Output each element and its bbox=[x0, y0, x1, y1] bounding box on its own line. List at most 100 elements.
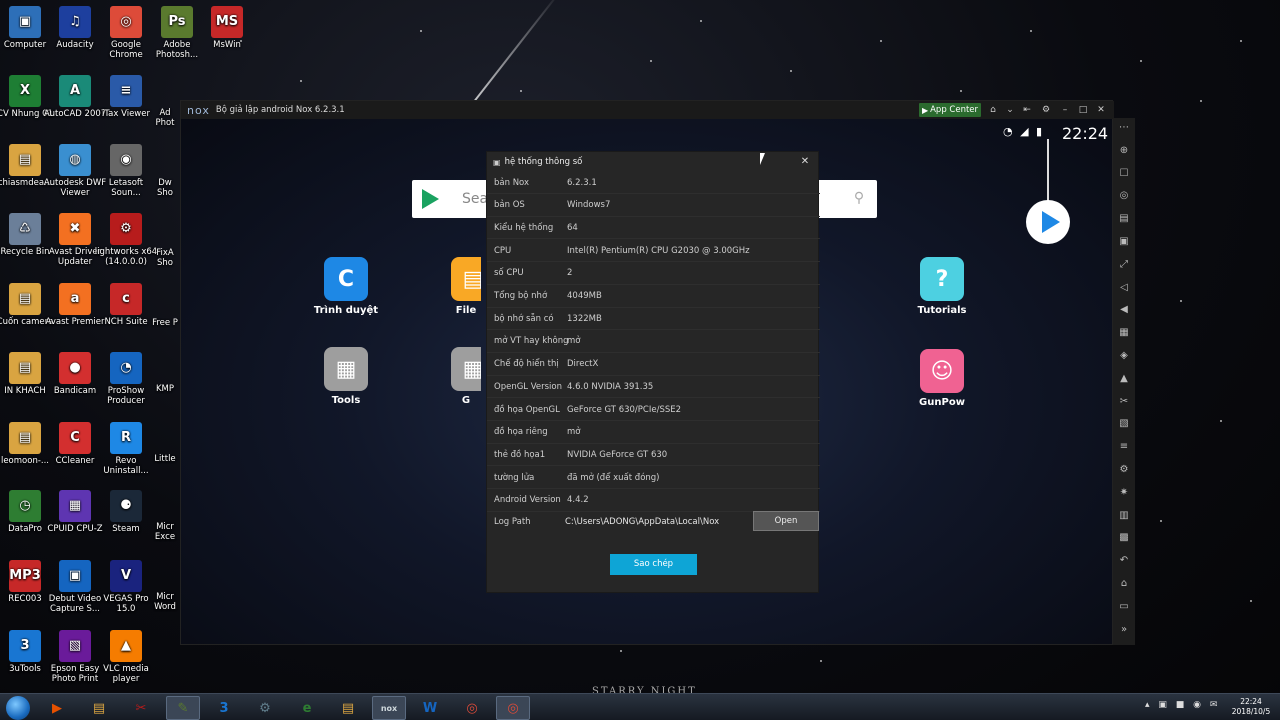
info-key: Chế độ hiển thị bbox=[494, 359, 559, 370]
taskbar-item[interactable]: ◎ bbox=[496, 696, 530, 720]
home-app[interactable]: ▦ Tools bbox=[311, 347, 381, 406]
toolbar-icon[interactable]: ▧ bbox=[1116, 416, 1132, 432]
toolbar-icon[interactable]: ⋯ bbox=[1116, 120, 1132, 136]
info-key: bản Nox bbox=[494, 177, 530, 188]
desktop-icon[interactable]: ▲ VLC media player bbox=[93, 630, 159, 684]
taskbar-item[interactable]: e bbox=[290, 696, 324, 720]
system-tray[interactable]: ▴ ▣ ■ ◉ ✉ bbox=[1145, 700, 1225, 714]
desktop-icon-partial[interactable]: Ad Phot bbox=[150, 108, 180, 128]
desktop-icon-partial[interactable]: KMP bbox=[150, 384, 180, 394]
home-app[interactable]: C Trình duyệt bbox=[311, 257, 381, 316]
app-icon: ▲ bbox=[110, 630, 142, 662]
taskbar-item[interactable]: ✎ bbox=[166, 696, 200, 720]
play-icon bbox=[1041, 211, 1060, 233]
home-icon[interactable]: ⌂ bbox=[987, 103, 999, 117]
mouse-cursor bbox=[760, 153, 765, 165]
taskbar-item[interactable]: W bbox=[413, 696, 447, 720]
dialog-titlebar[interactable]: ▣ hệ thống thông số bbox=[487, 152, 820, 172]
app-icon: ◔ bbox=[110, 352, 142, 384]
toolbar-icon[interactable]: ✂ bbox=[1116, 394, 1132, 410]
desktop-icon-partial[interactable]: FixA Sho bbox=[150, 248, 180, 268]
play-store-button[interactable] bbox=[1026, 200, 1070, 244]
toolbar-icon[interactable]: ▩ bbox=[1116, 530, 1132, 546]
start-button[interactable] bbox=[6, 696, 30, 720]
taskbar-item[interactable]: ▶ bbox=[40, 696, 74, 720]
app-icon: ▤ bbox=[451, 257, 481, 301]
toolbar-icon[interactable]: ▲ bbox=[1116, 371, 1132, 387]
app-icon: ▦ bbox=[59, 490, 91, 522]
settings-icon[interactable]: ⚙ bbox=[1040, 103, 1052, 117]
toolbar-icon[interactable]: ◁ bbox=[1116, 280, 1132, 296]
toolbar-icon[interactable]: ☐ bbox=[1116, 166, 1132, 182]
home-app[interactable]: ▦ G bbox=[451, 347, 481, 406]
taskbar-item[interactable]: ◎ bbox=[455, 696, 489, 720]
desktop-icon-label: Micr Word bbox=[154, 592, 176, 612]
desktop-icon-partial[interactable]: Little bbox=[150, 454, 180, 464]
taskbar: ▶ ▤ ✂ ✎ 3 ⚙ e ▤ nox W ◎ ◎ ▴ ▣ ■ ◉ ✉ 22:24 2018/10/5 bbox=[0, 693, 1280, 720]
desktop-icon[interactable]: R Revo Uninstall... bbox=[93, 422, 159, 476]
app-icon: ◍ bbox=[59, 144, 91, 176]
toolbar-icon[interactable]: ⤢ bbox=[1116, 257, 1132, 273]
toolbar-icon[interactable]: ⌂ bbox=[1116, 576, 1132, 592]
app-icon: X bbox=[9, 75, 41, 107]
app-icon: ☺ bbox=[920, 349, 964, 393]
star bbox=[880, 40, 882, 42]
desktop-icon-partial[interactable]: Dw Sho bbox=[150, 178, 180, 198]
taskbar-item[interactable]: ▤ bbox=[82, 696, 116, 720]
toolbar-icon[interactable]: ◈ bbox=[1116, 348, 1132, 364]
copy-button[interactable]: Sao chép bbox=[610, 554, 697, 575]
desktop-icon-partial[interactable]: Micr Exce bbox=[150, 522, 180, 542]
maximize-icon[interactable]: □ bbox=[1077, 103, 1089, 117]
chevron-down-icon[interactable]: ⌄ bbox=[1004, 103, 1016, 117]
toolbar-icon[interactable]: ↶ bbox=[1116, 553, 1132, 569]
taskbar-item[interactable]: ▤ bbox=[331, 696, 365, 720]
home-app-label: Trình duyệt bbox=[313, 305, 379, 316]
taskbar-item[interactable]: nox bbox=[372, 696, 406, 720]
app-icon: ● bbox=[59, 352, 91, 384]
android-clock: 22:24 bbox=[1062, 124, 1109, 143]
nox-titlebar[interactable]: nox Bộ giả lập android Nox 6.2.3.1 ▶ App… bbox=[181, 101, 1114, 119]
info-key: Kiểu hệ thống bbox=[494, 222, 554, 233]
toolbar-icon[interactable]: ≡ bbox=[1116, 439, 1132, 455]
toolbar-icon[interactable]: ▦ bbox=[1116, 325, 1132, 341]
taskbar-item[interactable]: ✂ bbox=[124, 696, 158, 720]
app-icon: ▦ bbox=[451, 347, 481, 391]
taskbar-item[interactable]: ⚙ bbox=[248, 696, 282, 720]
desktop-icon-label: KMP bbox=[155, 384, 175, 394]
home-app[interactable]: ☺ GunPow bbox=[907, 349, 977, 408]
toolbar-icon[interactable]: ⊕ bbox=[1116, 143, 1132, 159]
app-center-button[interactable]: ▶ App Center bbox=[919, 103, 981, 117]
toolbar-icon[interactable]: ▤ bbox=[1116, 211, 1132, 227]
desktop-icon[interactable]: ◔ ProShow Producer bbox=[93, 352, 159, 406]
toolbar-icon[interactable]: ▣ bbox=[1116, 234, 1132, 250]
desktop-icon-label: FixA Sho bbox=[156, 248, 174, 268]
toolbar-icon[interactable]: ✷ bbox=[1116, 485, 1132, 501]
desktop-icon-partial[interactable]: Micr Word bbox=[150, 592, 180, 612]
taskbar-clock[interactable]: 22:24 2018/10/5 bbox=[1226, 697, 1276, 717]
taskbar-app-icon: 3 bbox=[219, 700, 229, 716]
taskbar-item[interactable]: 3 bbox=[207, 696, 241, 720]
taskbar-app-icon: ⚙ bbox=[259, 700, 271, 716]
toolbar-icon[interactable]: ▥ bbox=[1116, 508, 1132, 524]
toolbar-icon[interactable]: ▭ bbox=[1116, 599, 1132, 615]
toolbar-icon[interactable]: ◎ bbox=[1116, 188, 1132, 204]
desktop-icon[interactable]: MS MsWin bbox=[194, 6, 260, 50]
toolbar-icon[interactable]: ◀ bbox=[1116, 302, 1132, 318]
desktop-icon-partial[interactable]: Free P bbox=[150, 318, 180, 328]
pin-icon[interactable]: ⇤ bbox=[1021, 103, 1033, 117]
dialog-title: hệ thống thông số bbox=[504, 157, 583, 167]
home-app[interactable]: ? Tutorials bbox=[907, 257, 977, 316]
star bbox=[1030, 30, 1032, 32]
info-key: CPU bbox=[494, 245, 512, 256]
toolbar-icon[interactable]: ⚙ bbox=[1116, 462, 1132, 478]
toolbar-icon[interactable]: » bbox=[1116, 622, 1132, 638]
info-key: số CPU bbox=[494, 268, 524, 279]
search-icon[interactable]: ⚲ bbox=[851, 190, 867, 206]
dialog-close-icon[interactable]: ✕ bbox=[800, 156, 810, 168]
info-key: Tổng bộ nhớ bbox=[494, 291, 548, 301]
info-key: đồ họa OpenGL bbox=[494, 404, 560, 415]
close-icon[interactable]: ✕ bbox=[1095, 103, 1107, 117]
home-app[interactable]: ▤ File bbox=[451, 257, 481, 316]
minimize-icon[interactable]: – bbox=[1059, 103, 1071, 117]
open-button[interactable]: Open bbox=[753, 511, 819, 531]
